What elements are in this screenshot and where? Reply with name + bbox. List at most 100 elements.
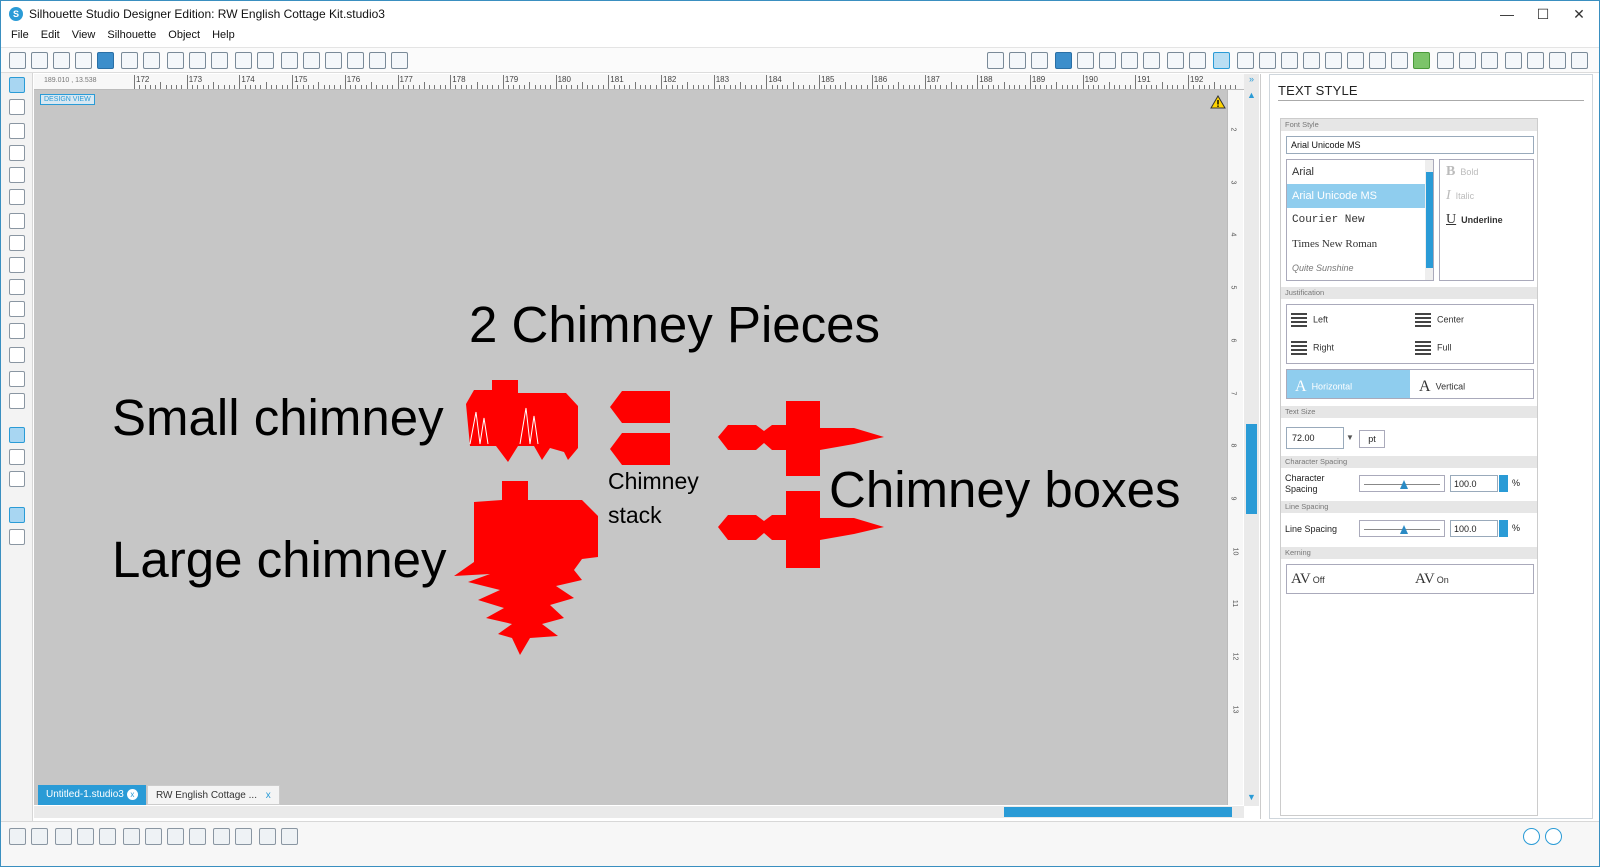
horizontal-scrollbar[interactable] (34, 806, 1244, 818)
font-item-quite-sunshine[interactable]: Quite Sunshine (1287, 256, 1433, 280)
slider-knob[interactable] (1400, 480, 1408, 489)
library-icon[interactable] (53, 52, 70, 69)
panel-expand-icon[interactable]: » (1246, 74, 1257, 84)
curve-tool-icon[interactable] (9, 235, 25, 251)
offset-quick-icon[interactable] (235, 828, 252, 845)
fill-pattern-icon[interactable] (1099, 52, 1116, 69)
weld-icon[interactable] (99, 828, 116, 845)
eraser-tool-icon[interactable] (9, 371, 25, 387)
slider-knob[interactable] (1400, 525, 1408, 534)
new-document-icon[interactable] (9, 52, 26, 69)
character-spacing-input[interactable]: 100.0 (1450, 475, 1498, 492)
refresh-icon[interactable] (1545, 828, 1562, 845)
justify-left-button[interactable]: Left (1291, 313, 1328, 327)
close-window-button[interactable]: ✕ (1559, 1, 1599, 27)
split-view-icon[interactable] (9, 529, 25, 545)
polygon-tool-icon[interactable] (9, 213, 25, 229)
close-tab-icon[interactable]: x (126, 789, 138, 800)
font-name-input[interactable]: Arial Unicode MS (1286, 136, 1534, 154)
text-style-icon[interactable] (1213, 52, 1230, 69)
modify-icon[interactable] (1347, 52, 1364, 69)
design-view-icon[interactable] (9, 427, 25, 443)
grid-view-icon[interactable] (1481, 52, 1498, 69)
replicate-icon[interactable] (1325, 52, 1342, 69)
menu-help[interactable]: Help (206, 27, 241, 45)
large-chimney-shape[interactable] (454, 481, 598, 655)
chimney-box-bottom-shape[interactable] (718, 491, 884, 568)
zoom-out-icon[interactable] (325, 52, 342, 69)
chimney-box-top-shape[interactable] (718, 401, 884, 476)
duplicate-icon[interactable] (123, 828, 140, 845)
library-book-icon[interactable] (9, 449, 25, 465)
send-icon[interactable] (1549, 52, 1566, 69)
line-spacing-input[interactable]: 100.0 (1450, 520, 1498, 537)
smooth-freehand-tool-icon[interactable] (9, 279, 25, 295)
justify-right-button[interactable]: Right (1291, 341, 1334, 355)
drag-zoom-icon[interactable] (369, 52, 386, 69)
line-style-icon[interactable] (1143, 52, 1160, 69)
font-item-arial-unicode-ms[interactable]: Arial Unicode MS (1287, 184, 1433, 208)
store-icon[interactable] (1459, 52, 1476, 69)
single-view-icon[interactable] (9, 507, 25, 523)
font-item-courier-new[interactable]: Courier New (1287, 208, 1433, 232)
character-spacing-spinner[interactable] (1499, 475, 1508, 492)
text-size-unit[interactable]: pt (1359, 430, 1385, 448)
regular-polygon-tool-icon[interactable] (9, 323, 25, 339)
maximize-button[interactable]: ☐ (1523, 1, 1563, 27)
knife-tool-icon[interactable] (9, 393, 25, 409)
undo-icon[interactable] (235, 52, 252, 69)
italic-toggle[interactable]: I Italic (1446, 188, 1474, 204)
print-icon[interactable] (121, 52, 138, 69)
close-tab-icon[interactable]: x (266, 790, 271, 801)
text-size-dropdown-icon[interactable]: ▼ (1344, 427, 1356, 449)
design-page-settings-icon[interactable] (987, 52, 1004, 69)
line-color-icon[interactable] (1121, 52, 1138, 69)
ellipse-tool-icon[interactable] (9, 189, 25, 205)
redo-icon[interactable] (257, 52, 274, 69)
line-spacing-spinner[interactable] (1499, 520, 1508, 537)
vertical-scroll-thumb[interactable] (1246, 424, 1257, 514)
sketch-icon[interactable] (1527, 52, 1544, 69)
offset-icon[interactable] (1369, 52, 1386, 69)
send-to-cutter-icon[interactable] (143, 52, 160, 69)
trace-icon[interactable] (1391, 52, 1408, 69)
rotate-icon[interactable] (1259, 52, 1276, 69)
cut-settings-icon[interactable] (1031, 52, 1048, 69)
small-chimney-shape[interactable] (466, 380, 578, 462)
group-icon[interactable] (9, 828, 26, 845)
fill-color-icon[interactable] (1055, 52, 1072, 69)
paste-icon[interactable] (189, 52, 206, 69)
font-list[interactable]: Arial Arial Unicode MS Courier New Times… (1286, 159, 1434, 281)
point-edit-tool-icon[interactable] (9, 99, 25, 115)
fill-gradient-icon[interactable] (1077, 52, 1094, 69)
copy-icon[interactable] (167, 52, 184, 69)
chimney-stack-shape[interactable] (610, 391, 670, 465)
vertical-scrollbar[interactable]: » ▲ ▼ (1244, 74, 1259, 806)
trace-quick-icon[interactable] (259, 828, 276, 845)
arc-tool-icon[interactable] (9, 301, 25, 317)
save-icon[interactable] (75, 52, 92, 69)
ungroup-icon[interactable] (31, 828, 48, 845)
print-and-cut-icon[interactable] (1413, 52, 1430, 69)
line-style-panel-icon[interactable] (1189, 52, 1206, 69)
tab-untitled-1[interactable]: Untitled-1.studio3 x (38, 785, 146, 805)
justify-full-button[interactable]: Full (1415, 341, 1452, 355)
fit-to-page-icon[interactable] (391, 52, 408, 69)
scale-icon[interactable] (1281, 52, 1298, 69)
design-canvas[interactable]: DESIGN VIEW 2 Chimney Pieces Small chimn… (34, 90, 1227, 805)
chimney-shapes[interactable] (34, 90, 1227, 805)
page-view-icon[interactable] (1505, 52, 1522, 69)
menu-edit[interactable]: Edit (35, 27, 66, 45)
text-size-input[interactable]: 72.00 (1286, 427, 1344, 449)
menu-object[interactable]: Object (162, 27, 206, 45)
scroll-up-icon[interactable]: ▲ (1246, 90, 1257, 100)
freehand-tool-icon[interactable] (9, 257, 25, 273)
send-to-back-icon[interactable] (189, 828, 206, 845)
text-tool-icon[interactable] (9, 347, 25, 363)
kerning-on-button[interactable]: AV On (1415, 571, 1449, 588)
font-list-scrollbar[interactable] (1425, 160, 1433, 280)
send-panel-icon[interactable] (1571, 52, 1588, 69)
scroll-down-icon[interactable]: ▼ (1246, 792, 1257, 802)
minimize-button[interactable]: — (1487, 1, 1527, 27)
vertical-text-button[interactable]: A Vertical (1411, 370, 1533, 398)
